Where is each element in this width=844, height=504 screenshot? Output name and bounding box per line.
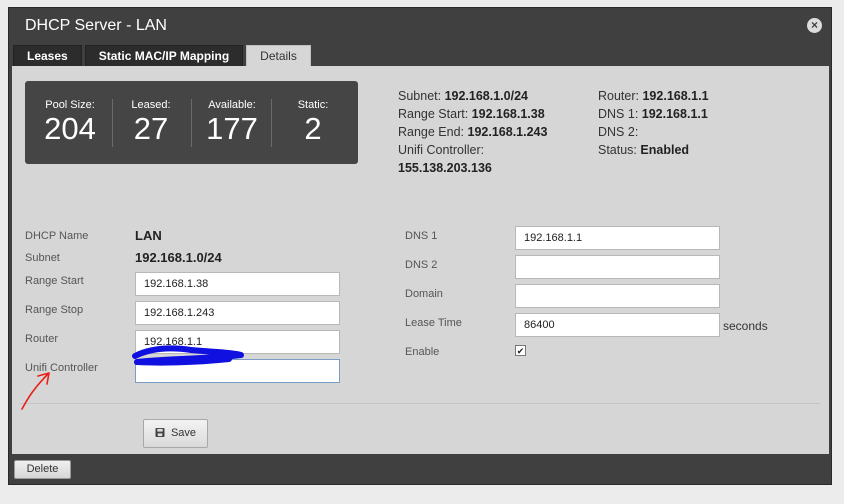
stat-divider bbox=[191, 99, 192, 147]
domain-label: Domain bbox=[405, 288, 443, 300]
stat-label: Available: bbox=[208, 99, 256, 111]
floppy-disk-icon bbox=[155, 428, 165, 437]
stat-label: Static: bbox=[297, 99, 329, 111]
summary-subnet: Subnet: 192.168.1.0/24 bbox=[398, 87, 547, 105]
lease-time-input[interactable]: 86400 bbox=[515, 313, 720, 337]
summary-dns2-label: DNS 2: bbox=[598, 125, 639, 139]
summary-status: Status: Enabled bbox=[598, 141, 709, 159]
summary-range-end: Range End: 192.168.1.243 bbox=[398, 123, 547, 141]
stat-leased: Leased: 27 bbox=[114, 99, 188, 151]
subnet-label: Subnet bbox=[25, 252, 60, 264]
router-label: Router bbox=[25, 333, 59, 345]
summary-status-value: Enabled bbox=[640, 143, 690, 157]
summary-range-start-value: 192.168.1.38 bbox=[471, 107, 545, 121]
enable-checkbox[interactable]: ✔ bbox=[515, 345, 526, 356]
save-button-label: Save bbox=[170, 427, 197, 439]
stat-value: 204 bbox=[44, 111, 96, 146]
range-stop-input[interactable]: 192.168.1.243 bbox=[135, 301, 340, 325]
dns2-label: DNS 2 bbox=[405, 259, 438, 271]
range-start-input[interactable]: 192.168.1.38 bbox=[135, 272, 340, 296]
dns2-input[interactable] bbox=[515, 255, 720, 279]
tab-details[interactable]: Details bbox=[246, 45, 311, 66]
summary-range-start: Range Start: 192.168.1.38 bbox=[398, 105, 547, 123]
summary-status-label: Status: bbox=[598, 143, 637, 157]
tab-bar: Leases Static MAC/IP Mapping Details bbox=[13, 45, 311, 66]
stat-label: Leased: bbox=[131, 99, 171, 111]
dns1-label: DNS 1 bbox=[405, 230, 438, 242]
dhcp-server-dialog: DHCP Server - LAN × Leases Static MAC/IP… bbox=[8, 7, 832, 485]
summary-unifi-label: Unifi Controller: bbox=[398, 143, 485, 157]
dhcp-name-value: LAN bbox=[135, 228, 162, 243]
delete-button[interactable]: Delete bbox=[14, 460, 71, 479]
summary-right: Router: 192.168.1.1 DNS 1: 192.168.1.1 D… bbox=[598, 87, 709, 159]
summary-dns1-label: DNS 1: bbox=[598, 107, 639, 121]
lease-time-unit: seconds bbox=[723, 319, 768, 333]
dhcp-name-label: DHCP Name bbox=[25, 230, 89, 242]
dialog-footer: Delete bbox=[9, 454, 831, 485]
summary-router: Router: 192.168.1.1 bbox=[598, 87, 709, 105]
domain-input[interactable] bbox=[515, 284, 720, 308]
stat-label: Pool Size: bbox=[45, 99, 95, 111]
range-start-label: Range Start bbox=[25, 275, 84, 287]
summary-subnet-label: Subnet: bbox=[398, 89, 442, 103]
summary-range-start-label: Range Start: bbox=[398, 107, 469, 121]
close-icon[interactable]: × bbox=[807, 18, 822, 33]
summary-subnet-value: 192.168.1.0/24 bbox=[444, 89, 528, 103]
redaction-scribble bbox=[132, 345, 244, 366]
pool-stats-box: Pool Size: 204 Leased: 27 Available: 177… bbox=[25, 81, 358, 164]
stat-value: 27 bbox=[133, 111, 169, 146]
summary-router-value: 192.168.1.1 bbox=[642, 89, 709, 103]
summary-range-end-value: 192.168.1.243 bbox=[467, 125, 548, 139]
stat-value: 2 bbox=[304, 111, 322, 146]
dialog-title: DHCP Server - LAN bbox=[25, 17, 167, 34]
lease-time-label: Lease Time bbox=[405, 317, 462, 329]
summary-left: Subnet: 192.168.1.0/24 Range Start: 192.… bbox=[398, 87, 547, 177]
summary-unifi-value: 155.138.203.136 bbox=[398, 161, 492, 175]
tab-leases[interactable]: Leases bbox=[13, 45, 82, 66]
tab-static-mac-ip-mapping[interactable]: Static MAC/IP Mapping bbox=[84, 45, 244, 66]
stat-value: 177 bbox=[206, 111, 258, 146]
annotation-arrow bbox=[21, 372, 50, 410]
summary-dns1-value: 192.168.1.1 bbox=[641, 107, 708, 121]
dialog-titlebar: DHCP Server - LAN × bbox=[9, 8, 831, 44]
stat-static: Static: 2 bbox=[274, 99, 352, 151]
summary-dns2: DNS 2: bbox=[598, 123, 709, 141]
stat-pool-size: Pool Size: 204 bbox=[33, 99, 107, 151]
summary-router-label: Router: bbox=[598, 89, 639, 103]
subnet-value: 192.168.1.0/24 bbox=[135, 250, 222, 265]
stat-divider bbox=[271, 99, 272, 147]
summary-range-end-label: Range End: bbox=[398, 125, 465, 139]
form-divider bbox=[20, 403, 820, 404]
stat-available: Available: 177 bbox=[193, 99, 271, 151]
details-panel: Pool Size: 204 Leased: 27 Available: 177… bbox=[12, 66, 829, 454]
enable-label: Enable bbox=[405, 346, 440, 358]
range-stop-label: Range Stop bbox=[25, 304, 84, 316]
save-button[interactable]: Save bbox=[143, 419, 208, 448]
dns1-input[interactable]: 192.168.1.1 bbox=[515, 226, 720, 250]
summary-dns1: DNS 1: 192.168.1.1 bbox=[598, 105, 709, 123]
stat-divider bbox=[112, 99, 113, 147]
